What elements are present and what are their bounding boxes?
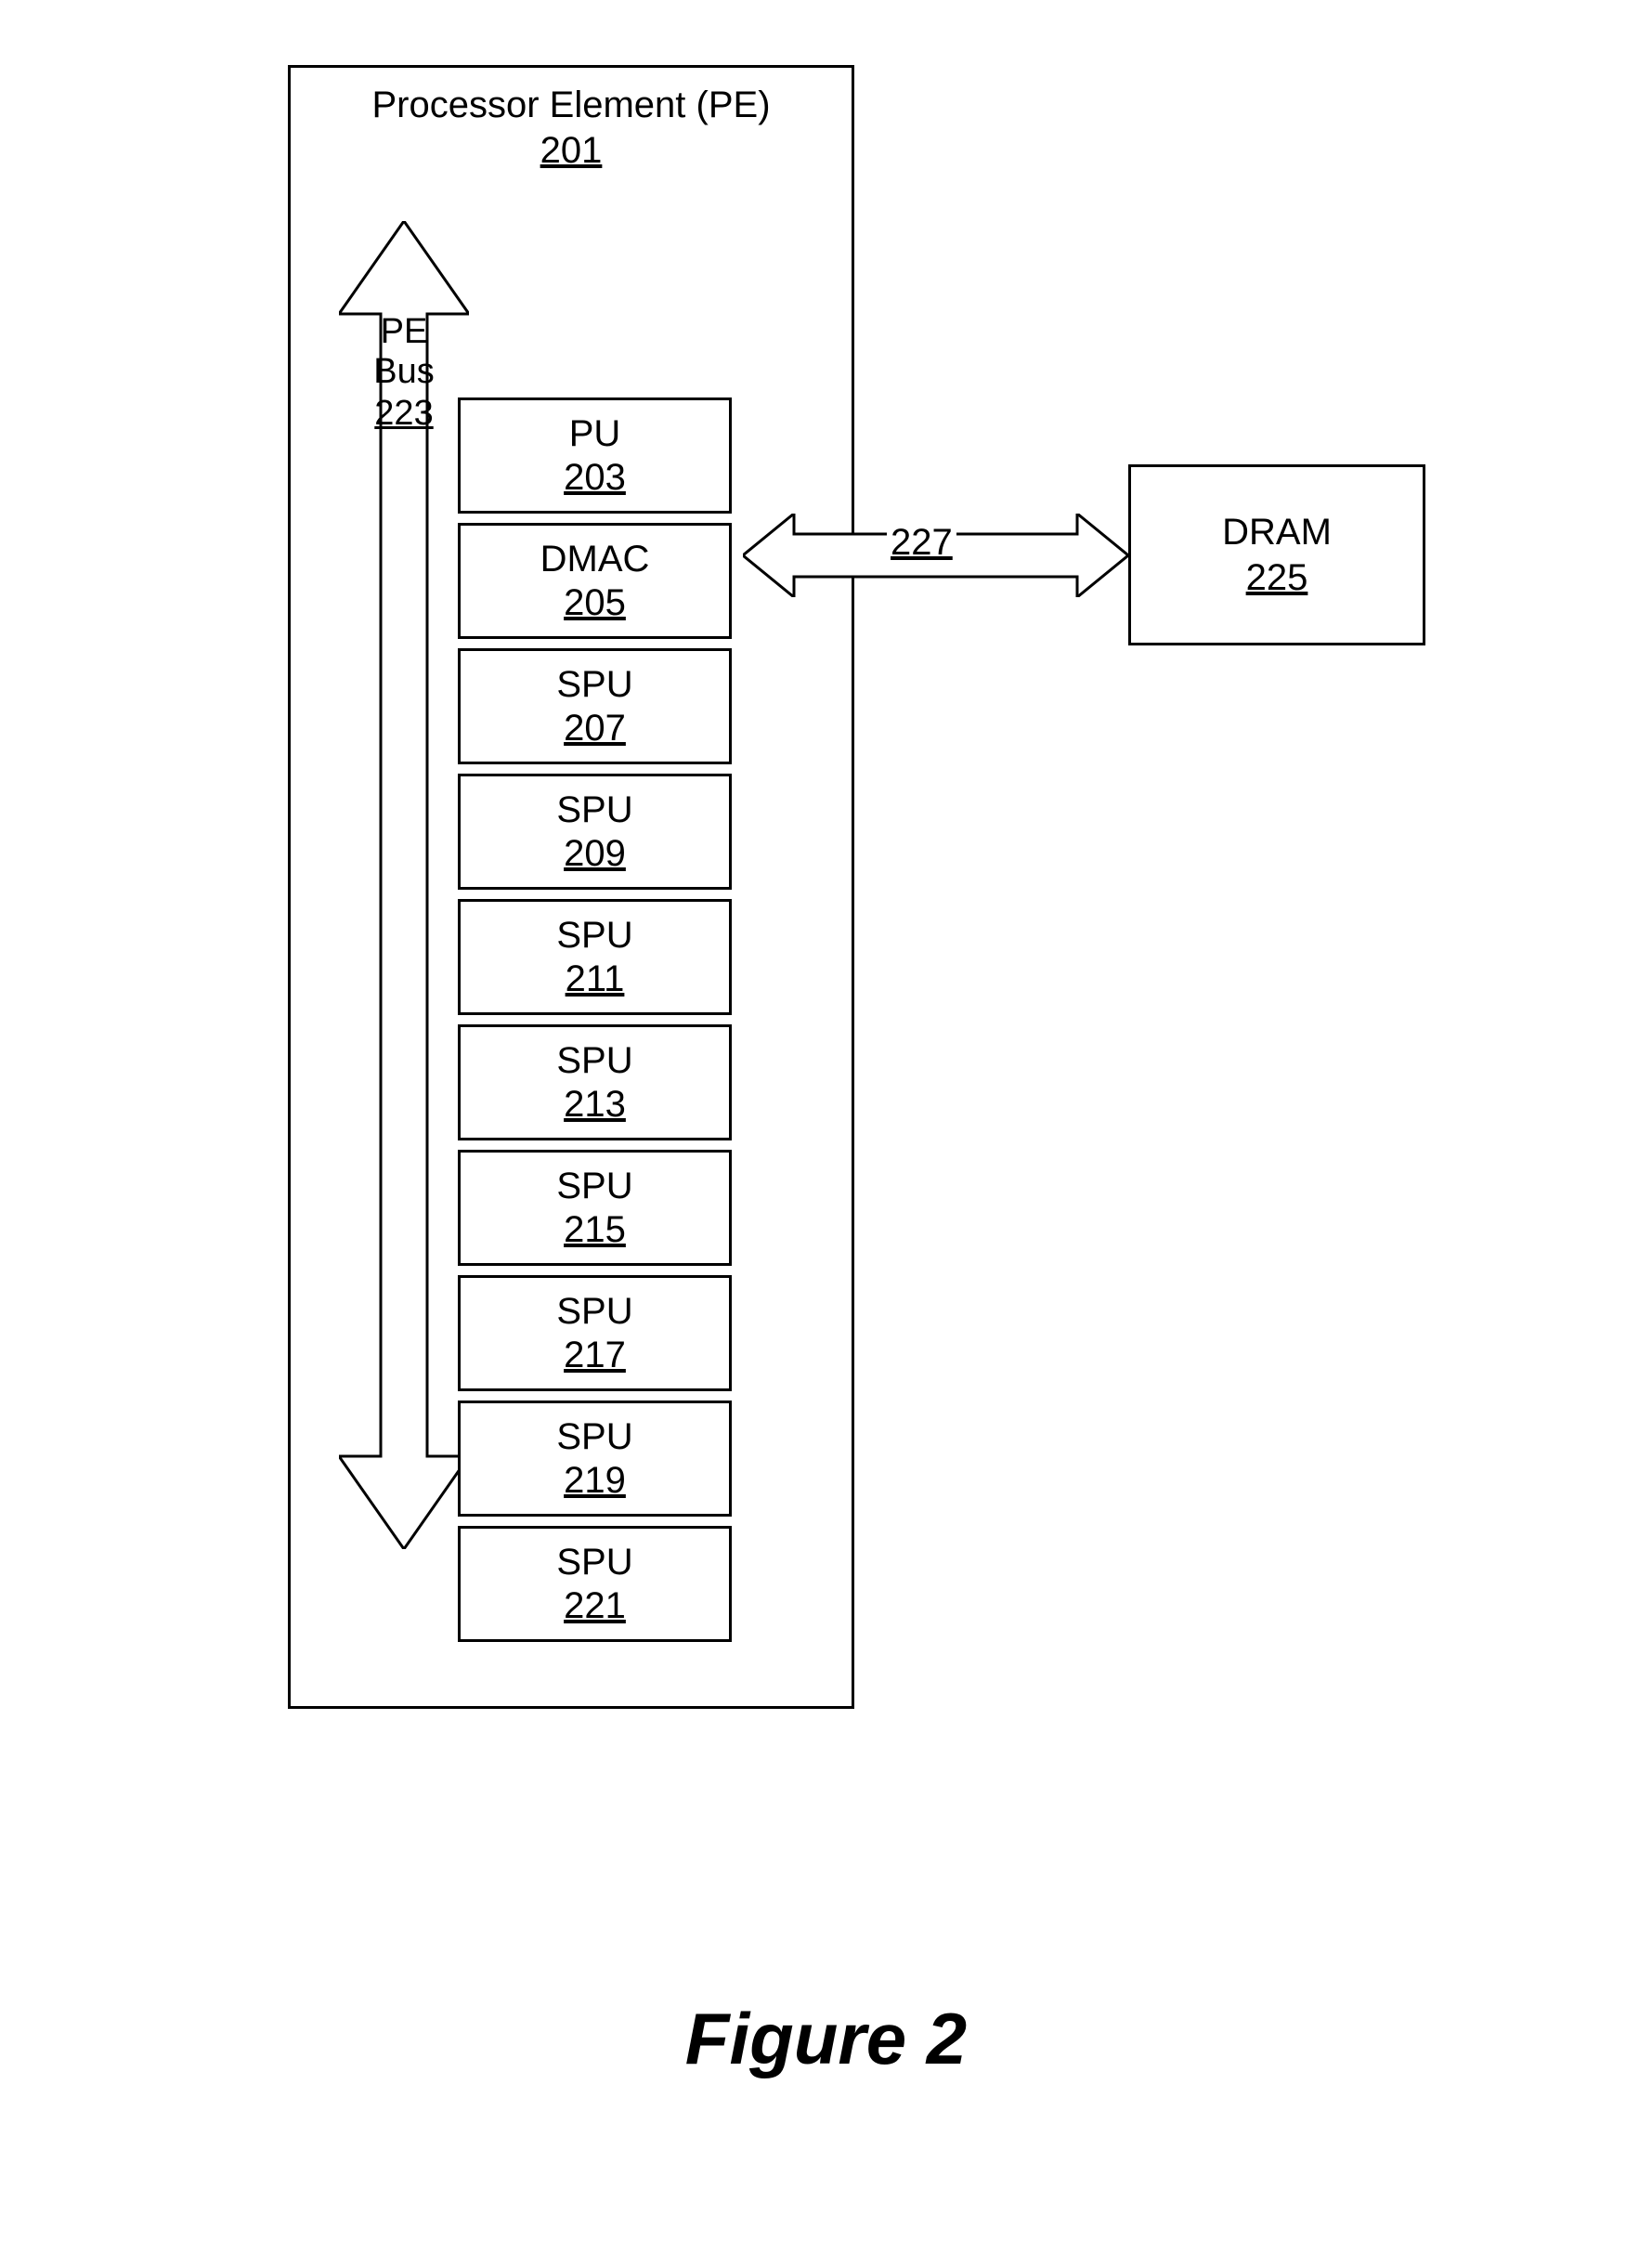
- unit-ref: 211: [566, 958, 625, 1000]
- unit-ref: 205: [564, 582, 626, 624]
- dram-box: DRAM 225: [1128, 464, 1425, 645]
- unit-ref: 209: [564, 833, 626, 875]
- spu-box: SPU 211: [458, 899, 732, 1015]
- dmac-dram-arrow-ref: 227: [887, 522, 956, 564]
- unit-ref: 221: [564, 1585, 626, 1627]
- pe-title-ref: 201: [291, 130, 852, 172]
- unit-ref: 215: [564, 1209, 626, 1251]
- dmac-box: DMAC 205: [458, 523, 732, 639]
- unit-label: SPU: [556, 1166, 632, 1207]
- unit-stack: PU 203 DMAC 205 SPU 207 SPU 209 SPU 211 …: [458, 397, 732, 1651]
- spu-box: SPU 207: [458, 648, 732, 764]
- pu-box: PU 203: [458, 397, 732, 514]
- unit-label: SPU: [556, 789, 632, 831]
- unit-ref: 219: [564, 1460, 626, 1502]
- dram-ref: 225: [1246, 557, 1308, 599]
- spu-box: SPU 217: [458, 1275, 732, 1391]
- spu-box: SPU 209: [458, 774, 732, 890]
- pe-bus-label: PE Bus 223: [345, 312, 462, 434]
- unit-label: DMAC: [540, 539, 650, 580]
- processor-element-box: Processor Element (PE) 201 PE Bus 223 PU…: [288, 65, 854, 1709]
- pe-bus-label-ref: 223: [345, 394, 462, 434]
- unit-label: PU: [569, 413, 621, 455]
- unit-label: SPU: [556, 664, 632, 706]
- unit-label: SPU: [556, 1416, 632, 1458]
- unit-ref: 217: [564, 1335, 626, 1376]
- dram-label: DRAM: [1222, 512, 1332, 554]
- spu-box: SPU 221: [458, 1526, 732, 1642]
- unit-label: SPU: [556, 1291, 632, 1333]
- unit-ref: 213: [564, 1084, 626, 1126]
- pe-bus-label-text: PE Bus: [373, 312, 434, 391]
- unit-label: SPU: [556, 1542, 632, 1583]
- unit-ref: 203: [564, 457, 626, 499]
- spu-box: SPU 219: [458, 1401, 732, 1517]
- figure-caption: Figure 2: [0, 1997, 1652, 2081]
- unit-label: SPU: [556, 1040, 632, 1082]
- spu-box: SPU 213: [458, 1024, 732, 1140]
- pe-title: Processor Element (PE) 201: [291, 85, 852, 172]
- unit-label: SPU: [556, 915, 632, 957]
- spu-box: SPU 215: [458, 1150, 732, 1266]
- pe-title-text: Processor Element (PE): [371, 85, 770, 125]
- unit-ref: 207: [564, 708, 626, 749]
